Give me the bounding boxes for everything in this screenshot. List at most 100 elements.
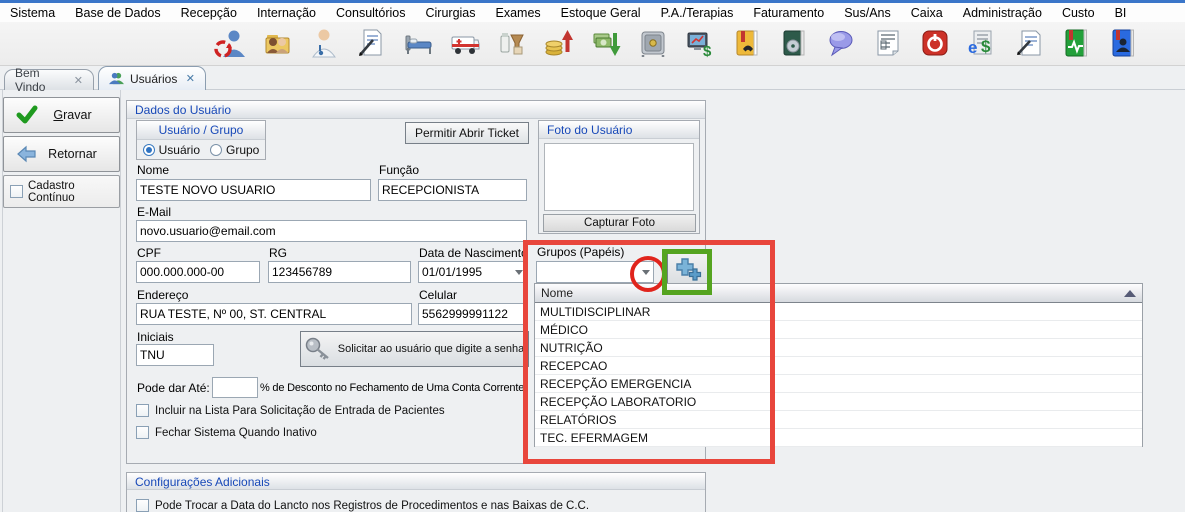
rg-label: RG [269, 246, 287, 260]
tab-bar: Bem Vindo ✕ Usuários ✕ [0, 66, 1185, 90]
usuario-grupo-title: Usuário / Grupo [137, 121, 265, 140]
contacts-book-icon[interactable] [1107, 27, 1139, 59]
menu-consultorios[interactable]: Consultórios [326, 4, 415, 22]
grupos-combo[interactable] [536, 261, 654, 283]
foto-usuario-title: Foto do Usuário [539, 121, 699, 139]
cadastro-continuo-label: Cadastro Contínuo [28, 180, 113, 204]
invoice-icon[interactable] [872, 27, 904, 59]
funcao-input[interactable] [378, 179, 527, 201]
radio-usuario[interactable]: Usuário [143, 143, 200, 157]
gravar-label: ravar [63, 108, 91, 122]
grupos-papeis-label: Grupos (Papéis) [537, 245, 624, 259]
rg-input[interactable] [268, 261, 411, 283]
desconto-input[interactable] [212, 377, 258, 398]
pharmacy-icon[interactable] [496, 27, 528, 59]
menu-administracao[interactable]: Administração [953, 4, 1052, 22]
tab-bem-vindo[interactable]: Bem Vindo ✕ [4, 69, 94, 90]
manual-book-icon[interactable] [778, 27, 810, 59]
menu-caixa[interactable]: Caixa [901, 4, 953, 22]
endereco-label: Endereço [137, 288, 188, 302]
radio-usuario-label: Usuário [159, 143, 200, 157]
email-label: E-Mail [137, 205, 171, 219]
table-row[interactable]: MÉDICO [535, 321, 1142, 339]
shutdown-icon[interactable] [919, 27, 951, 59]
nome-input[interactable] [136, 179, 371, 201]
fechar-sistema-label: Fechar Sistema Quando Inativo [155, 427, 317, 439]
menu-sus-ans[interactable]: Sus/Ans [834, 4, 901, 22]
gravar-button[interactable]: Gravar [3, 97, 120, 133]
tab-close-icon[interactable]: ✕ [74, 74, 83, 87]
cadastro-continuo-panel: Cadastro Contínuo [3, 175, 120, 208]
groups-table-header[interactable]: Nome [535, 284, 1142, 303]
menu-custo[interactable]: Custo [1052, 4, 1105, 22]
data-nascimento-combo[interactable]: 01/01/1995 [418, 261, 527, 283]
sync-user-icon[interactable] [214, 27, 246, 59]
menu-internacao[interactable]: Internação [247, 4, 326, 22]
nome-label: Nome [137, 163, 169, 177]
foto-usuario-groupbox: Foto do Usuário Capturar Foto [538, 120, 700, 234]
pode-dar-ate-label: Pode dar Até: [137, 381, 210, 395]
add-plus-icon [673, 257, 703, 283]
e-invoice-icon[interactable]: e$ [966, 27, 998, 59]
table-row[interactable]: RELATÓRIOS [535, 411, 1142, 429]
phone-book-icon[interactable] [731, 27, 763, 59]
tab-bem-vindo-label: Bem Vindo [15, 66, 68, 94]
table-row[interactable]: RECEPCAO [535, 357, 1142, 375]
funcao-label: Função [379, 163, 419, 177]
contract-icon[interactable] [355, 27, 387, 59]
capturar-foto-label: Capturar Foto [584, 217, 655, 229]
tab-usuarios-label: Usuários [130, 72, 177, 86]
chevron-down-icon [642, 270, 650, 275]
cadastro-continuo-checkbox[interactable] [10, 185, 23, 198]
iniciais-input[interactable] [136, 344, 214, 366]
email-input[interactable] [136, 220, 527, 242]
menu-cirurgias[interactable]: Cirurgias [416, 4, 486, 22]
money-out-icon[interactable] [590, 27, 622, 59]
table-row[interactable]: TEC. EFERMAGEM [535, 429, 1142, 447]
gravar-accel: G [53, 108, 63, 122]
menu-pa-terapias[interactable]: P.A./Terapias [651, 4, 744, 22]
celular-input[interactable] [418, 303, 527, 325]
money-in-icon[interactable] [543, 27, 575, 59]
radio-grupo[interactable]: Grupo [210, 143, 259, 157]
menu-base-de-dados[interactable]: Base de Dados [65, 4, 170, 22]
cpf-label: CPF [137, 246, 161, 260]
incluir-lista-row: Incluir na Lista Para Solicitação de Ent… [136, 404, 445, 417]
celular-label: Celular [419, 288, 457, 302]
trocar-data-checkbox[interactable] [136, 499, 149, 512]
menu-faturamento[interactable]: Faturamento [743, 4, 834, 22]
table-row[interactable]: RECEPÇÃO EMERGENCIA [535, 375, 1142, 393]
table-row[interactable]: MULTIDISCIPLINAR [535, 303, 1142, 321]
check-icon [16, 105, 38, 125]
table-row[interactable]: NUTRIÇÃO [535, 339, 1142, 357]
tab-close-icon[interactable]: ✕ [186, 72, 195, 85]
permitir-abrir-ticket-button[interactable]: Permitir Abrir Ticket [405, 122, 529, 144]
health-log-icon[interactable] [1060, 27, 1092, 59]
groups-table: Nome MULTIDISCIPLINAR MÉDICO NUTRIÇÃO RE… [534, 283, 1143, 447]
table-row[interactable]: RECEPÇÃO LABORATORIO [535, 393, 1142, 411]
doctor-icon[interactable] [308, 27, 340, 59]
menu-bi[interactable]: BI [1105, 4, 1137, 22]
toolbar: $ e$ [0, 22, 1185, 66]
billing-monitor-icon[interactable]: $ [684, 27, 716, 59]
chat-icon[interactable] [825, 27, 857, 59]
incluir-lista-label: Incluir na Lista Para Solicitação de Ent… [155, 405, 445, 417]
users-folder-icon[interactable] [261, 27, 293, 59]
sort-ascending-icon[interactable] [1124, 290, 1136, 297]
prescription-icon[interactable] [1013, 27, 1045, 59]
ambulance-icon[interactable] [449, 27, 481, 59]
tab-usuarios[interactable]: Usuários ✕ [98, 66, 206, 90]
solicitar-senha-button[interactable]: Solicitar ao usuário que digite a senha [300, 331, 529, 367]
menu-estoque-geral[interactable]: Estoque Geral [551, 4, 651, 22]
retornar-button[interactable]: Retornar [3, 136, 120, 172]
safe-icon[interactable] [637, 27, 669, 59]
cpf-input[interactable] [136, 261, 260, 283]
incluir-lista-checkbox[interactable] [136, 404, 149, 417]
menu-recepcao[interactable]: Recepção [171, 4, 247, 22]
menu-exames[interactable]: Exames [486, 4, 551, 22]
hospital-bed-icon[interactable] [402, 27, 434, 59]
capturar-foto-button[interactable]: Capturar Foto [543, 214, 696, 232]
endereco-input[interactable] [136, 303, 412, 325]
fechar-sistema-checkbox[interactable] [136, 426, 149, 439]
menu-sistema[interactable]: Sistema [0, 4, 65, 22]
